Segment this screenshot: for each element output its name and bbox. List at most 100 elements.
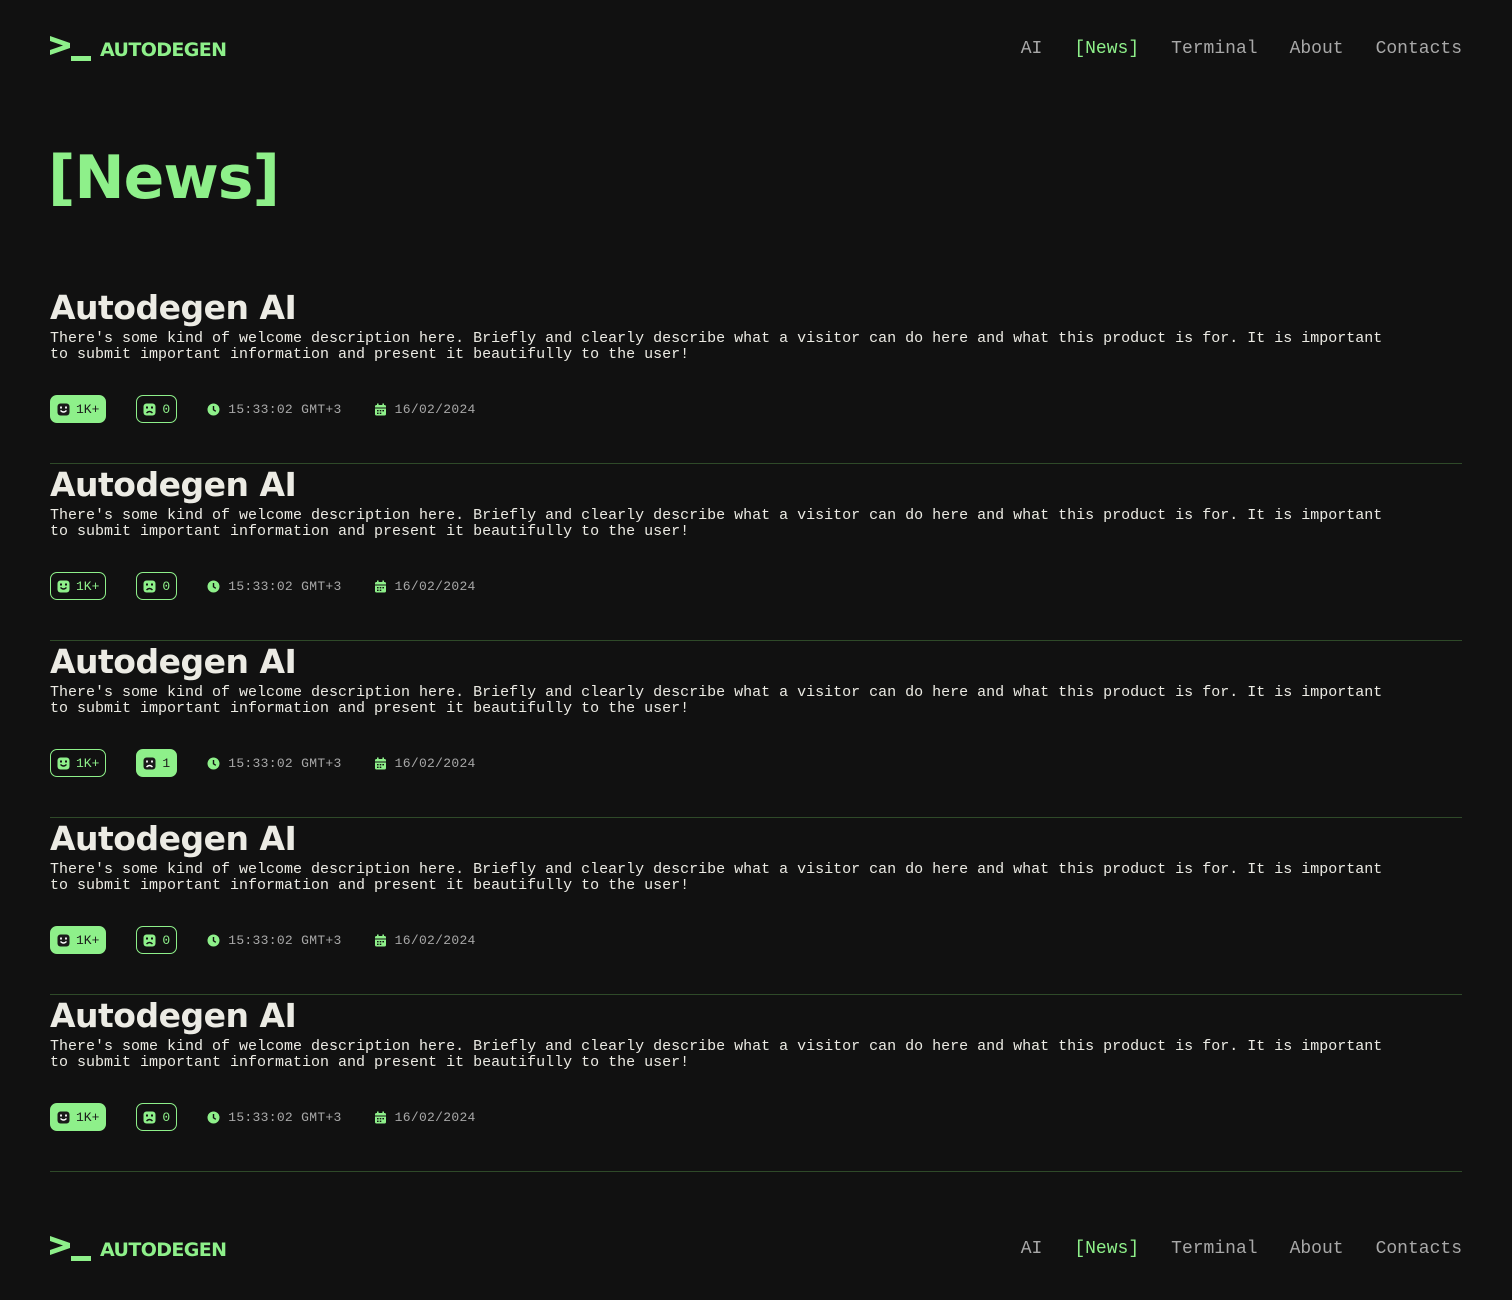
news-date: 16/02/2024 <box>374 933 476 948</box>
dislike-button[interactable]: 0 <box>136 395 178 423</box>
dislike-button[interactable]: 0 <box>136 572 178 600</box>
time-text: 15:33:02 GMT+3 <box>228 578 342 594</box>
footer-nav-item-about[interactable]: About <box>1290 1239 1344 1259</box>
news-item[interactable]: Autodegen AI There's some kind of welcom… <box>50 995 1462 1172</box>
news-item[interactable]: Autodegen AI There's some kind of welcom… <box>50 641 1462 818</box>
news-meta: 1K+ 1 15:33:02 GMT+3 16/02/2024 <box>50 748 508 778</box>
nav-item-news[interactable]: [News] <box>1074 39 1139 59</box>
news-time: 15:33:02 GMT+3 <box>207 579 341 594</box>
dislike-count: 0 <box>162 401 171 417</box>
sad-icon <box>143 757 156 769</box>
news-description: There's some kind of welcome description… <box>50 507 1383 540</box>
news-time: 15:33:02 GMT+3 <box>207 756 341 771</box>
brand-logo[interactable]: AUTODEGEN <box>50 36 227 62</box>
nav-item-about[interactable]: About <box>1290 39 1344 59</box>
sad-icon <box>143 1111 156 1123</box>
nav-item-ai[interactable]: AI <box>1021 39 1043 59</box>
dislike-count: 0 <box>162 932 171 948</box>
calendar-icon <box>374 934 386 946</box>
clock-icon <box>207 757 220 769</box>
clock-icon <box>207 403 220 415</box>
terminal-prompt-icon <box>50 1236 91 1261</box>
footer-nav-item-contacts[interactable]: Contacts <box>1376 1239 1462 1259</box>
news-date: 16/02/2024 <box>374 1110 476 1125</box>
terminal-prompt-icon <box>50 36 91 61</box>
date-text: 16/02/2024 <box>394 1109 476 1125</box>
page-title: [News] <box>48 143 280 213</box>
news-time: 15:33:02 GMT+3 <box>207 1110 341 1125</box>
time-text: 15:33:02 GMT+3 <box>228 1109 342 1125</box>
news-title[interactable]: Autodegen AI <box>50 820 297 858</box>
news-meta: 1K+ 0 15:33:02 GMT+3 16/02/2024 <box>50 925 508 955</box>
like-button[interactable]: 1K+ <box>50 926 107 954</box>
dislike-button[interactable]: 1 <box>136 749 178 777</box>
clock-icon <box>207 580 220 592</box>
news-description: There's some kind of welcome description… <box>50 684 1383 717</box>
date-text: 16/02/2024 <box>394 755 476 771</box>
news-description: There's some kind of welcome description… <box>50 1038 1383 1071</box>
nav-item-contacts[interactable]: Contacts <box>1376 39 1462 59</box>
smile-icon <box>57 934 70 946</box>
like-count: 1K+ <box>76 401 100 417</box>
sad-icon <box>143 580 156 592</box>
calendar-icon <box>374 757 386 769</box>
news-title[interactable]: Autodegen AI <box>50 466 297 504</box>
sad-icon <box>143 934 156 946</box>
news-date: 16/02/2024 <box>374 579 476 594</box>
dislike-count: 0 <box>162 1109 171 1125</box>
dislike-count: 0 <box>162 578 171 594</box>
dislike-button[interactable]: 0 <box>136 1103 178 1131</box>
news-title[interactable]: Autodegen AI <box>50 643 297 681</box>
date-text: 16/02/2024 <box>394 578 476 594</box>
news-time: 15:33:02 GMT+3 <box>207 402 341 417</box>
dislike-button[interactable]: 0 <box>136 926 178 954</box>
calendar-icon <box>374 580 386 592</box>
date-text: 16/02/2024 <box>394 932 476 948</box>
time-text: 15:33:02 GMT+3 <box>228 401 342 417</box>
nav-item-terminal[interactable]: Terminal <box>1171 39 1257 59</box>
news-description: There's some kind of welcome description… <box>50 861 1383 894</box>
news-title[interactable]: Autodegen AI <box>50 997 297 1035</box>
news-description: There's some kind of welcome description… <box>50 330 1383 363</box>
time-text: 15:33:02 GMT+3 <box>228 755 342 771</box>
dislike-count: 1 <box>162 755 171 771</box>
footer: AUTODEGEN AI [News] Terminal About Conta… <box>50 1234 1462 1264</box>
time-text: 15:33:02 GMT+3 <box>228 932 342 948</box>
like-button[interactable]: 1K+ <box>50 749 107 777</box>
footer-nav: AI [News] Terminal About Contacts <box>1021 1239 1462 1259</box>
top-bar: AUTODEGEN AI [News] Terminal About Conta… <box>50 34 1462 64</box>
calendar-icon <box>374 1111 386 1123</box>
sad-icon <box>143 403 156 415</box>
like-button[interactable]: 1K+ <box>50 1103 107 1131</box>
like-button[interactable]: 1K+ <box>50 572 107 600</box>
footer-nav-item-ai[interactable]: AI <box>1021 1239 1043 1259</box>
footer-brand-logo[interactable]: AUTODEGEN <box>50 1236 227 1262</box>
like-button[interactable]: 1K+ <box>50 395 107 423</box>
footer-nav-item-news[interactable]: [News] <box>1074 1239 1139 1259</box>
like-count: 1K+ <box>76 578 100 594</box>
news-item[interactable]: Autodegen AI There's some kind of welcom… <box>50 818 1462 995</box>
news-item[interactable]: Autodegen AI There's some kind of welcom… <box>50 287 1462 464</box>
date-text: 16/02/2024 <box>394 401 476 417</box>
news-time: 15:33:02 GMT+3 <box>207 933 341 948</box>
news-title[interactable]: Autodegen AI <box>50 289 297 327</box>
smile-icon <box>57 580 70 592</box>
smile-icon <box>57 757 70 769</box>
like-count: 1K+ <box>76 1109 100 1125</box>
calendar-icon <box>374 403 386 415</box>
smile-icon <box>57 1111 70 1123</box>
news-date: 16/02/2024 <box>374 756 476 771</box>
news-meta: 1K+ 0 15:33:02 GMT+3 16/02/2024 <box>50 571 508 601</box>
footer-brand-name: AUTODEGEN <box>100 1238 227 1261</box>
footer-nav-item-terminal[interactable]: Terminal <box>1171 1239 1257 1259</box>
news-list: Autodegen AI There's some kind of welcom… <box>50 287 1462 1172</box>
like-count: 1K+ <box>76 755 100 771</box>
like-count: 1K+ <box>76 932 100 948</box>
brand-name: AUTODEGEN <box>100 38 227 61</box>
smile-icon <box>57 403 70 415</box>
main-nav: AI [News] Terminal About Contacts <box>1021 39 1462 59</box>
clock-icon <box>207 1111 220 1123</box>
news-item[interactable]: Autodegen AI There's some kind of welcom… <box>50 464 1462 641</box>
clock-icon <box>207 934 220 946</box>
news-meta: 1K+ 0 15:33:02 GMT+3 16/02/2024 <box>50 1102 508 1132</box>
